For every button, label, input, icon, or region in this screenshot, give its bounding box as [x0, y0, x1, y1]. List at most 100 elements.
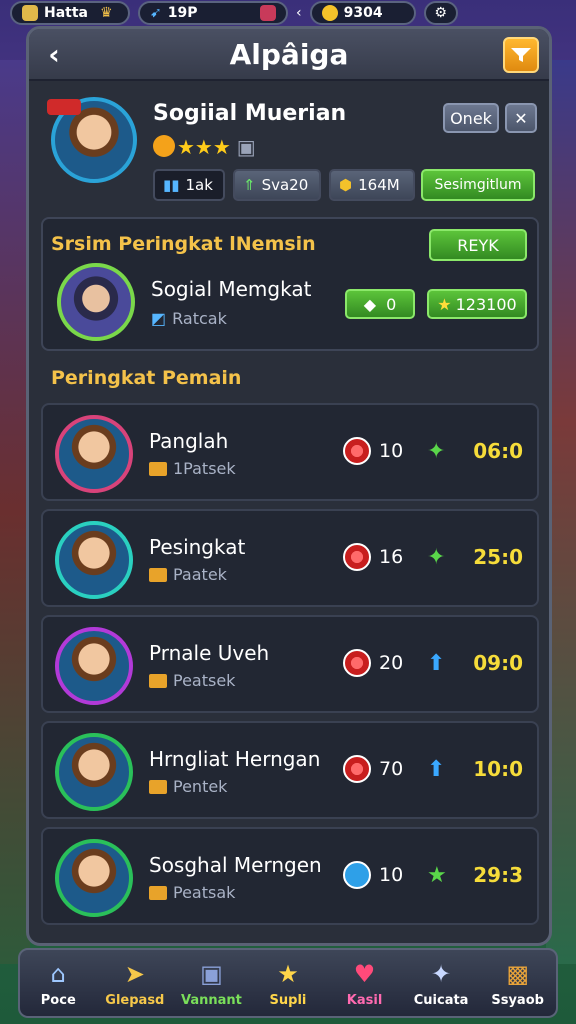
nav-item-5[interactable]: ✦ Cuicata — [409, 959, 473, 1008]
chest-icon — [149, 567, 167, 582]
stat-rank: ▮▮ 1ak — [153, 169, 225, 201]
close-button[interactable]: ✕ — [505, 103, 537, 133]
ranking-title: Peringkat Pemain — [51, 367, 242, 389]
nav-item-3[interactable]: ★ Supli — [256, 959, 320, 1008]
rank-sub: ◩ Ratcak — [151, 309, 227, 328]
player-level-value: 10 — [379, 440, 404, 462]
chest-icon — [149, 461, 167, 476]
medal-icon — [153, 135, 175, 157]
rank-value-1[interactable]: ◆ 0 — [345, 289, 415, 319]
rank-system-card: Srsim Peringkat lNemsin REYK Sogial Memg… — [41, 217, 539, 351]
player-row[interactable]: Panglah 1Patsek 10 ✦ 06:0 — [41, 403, 539, 501]
back-button[interactable]: ‹ — [37, 37, 71, 71]
top-status-bar: Hatta ♛ ➹ 19P ‹ 9304 ⚙ — [0, 0, 576, 26]
player-name: Prnale Uveh — [149, 641, 270, 665]
lock-icon: ▣ — [236, 135, 256, 159]
nav-label: Vannant — [180, 992, 242, 1008]
gold-icon: ⬢ — [339, 176, 353, 194]
rank-value-2[interactable]: ★ 123100 — [427, 289, 527, 319]
player-icon — [22, 5, 38, 21]
nav-icon: ⌂ — [50, 959, 66, 988]
reyk-button[interactable]: REYK — [429, 229, 527, 261]
rank-avatar[interactable] — [57, 263, 135, 341]
player-avatar[interactable] — [55, 733, 133, 811]
coin-count: 9304 — [343, 5, 383, 21]
player-avatar[interactable] — [55, 839, 133, 917]
player-pill[interactable]: Hatta ♛ — [10, 1, 130, 25]
player-sub-label: 1Patsek — [173, 459, 236, 478]
nav-item-4[interactable]: ♥ Kasil — [333, 959, 397, 1008]
stat-level: ⇑ Sva20 — [233, 169, 321, 201]
nav-item-1[interactable]: ➤ Glepasd — [103, 959, 167, 1008]
nav-icon: ▣ — [200, 959, 223, 988]
trend-icon: ⬆ — [427, 651, 446, 676]
rank-tag-icon — [47, 99, 81, 115]
panel-header: ‹ Alpâiga — [29, 29, 549, 81]
player-name: Hrngliat Herngan — [149, 747, 321, 771]
player-sub: 1Patsek — [149, 459, 236, 478]
bottom-navbar: ⌂ Poce ➤ Glepasd ▣ Vannant ★ Supli ♥ Kas… — [18, 948, 558, 1018]
chest-icon — [149, 673, 167, 688]
player-score: 06:0 — [473, 439, 523, 463]
rank-sub-label: Ratcak — [172, 309, 227, 328]
player-score: 25:0 — [473, 545, 523, 569]
player-level: 20 — [343, 649, 403, 677]
player-level: 10 — [343, 437, 403, 465]
action-button[interactable]: Sesimgitlum — [421, 169, 535, 201]
player-avatar[interactable] — [55, 627, 133, 705]
nav-icon: ♥ — [353, 959, 376, 988]
player-score: 09:0 — [473, 651, 523, 675]
player-sub: Peatsak — [149, 883, 235, 902]
flag-icon: ◩ — [151, 309, 167, 328]
stat-rank-value: 1ak — [185, 176, 213, 194]
trend-icon: ★ — [427, 863, 447, 888]
nav-label: Supli — [269, 992, 307, 1008]
level-badge-icon — [343, 437, 371, 465]
player-avatar[interactable] — [55, 521, 133, 599]
coin-icon — [321, 5, 338, 21]
star-rating: ★★★ — [177, 135, 231, 159]
trend-icon: ✦ — [427, 439, 446, 464]
player-level-value: 10 — [379, 864, 404, 886]
rank-value-1-text: 0 — [386, 294, 397, 314]
energy-pill[interactable]: ➹ 19P — [138, 1, 288, 25]
player-name: Panglah — [149, 429, 229, 453]
player-sub: Pentek — [149, 777, 227, 796]
level-badge-icon — [343, 861, 371, 889]
rank-value-2-text: 123100 — [455, 294, 517, 314]
top-mid-value: 19P — [167, 5, 198, 21]
level-badge-icon — [343, 543, 371, 571]
rank-name: Sogial Memgkat — [151, 277, 312, 301]
nav-label: Ssyaob — [491, 992, 544, 1008]
player-row[interactable]: Hrngliat Herngan Pentek 70 ⬆ 10:0 — [41, 721, 539, 819]
chevron-left-icon[interactable]: ‹ — [296, 5, 302, 21]
profile-name: Sogiial Muerian — [153, 101, 347, 126]
nav-icon: ★ — [277, 959, 299, 988]
nav-item-2[interactable]: ▣ Vannant — [179, 959, 243, 1008]
player-row[interactable]: Pesingkat Paatek 16 ✦ 25:0 — [41, 509, 539, 607]
player-row[interactable]: Sosghal Merngen Peatsak 10 ★ 29:3 — [41, 827, 539, 925]
filter-icon — [511, 48, 531, 62]
player-list: Panglah 1Patsek 10 ✦ 06:0 Pesingkat Paat… — [41, 403, 539, 933]
coin-pill[interactable]: 9304 — [309, 1, 416, 25]
nav-label: Poce — [40, 992, 76, 1008]
gem-icon: ◆ — [363, 294, 377, 314]
onek-button[interactable]: Onek — [443, 103, 499, 133]
top-left-label: Hatta — [44, 5, 88, 21]
nav-item-0[interactable]: ⌂ Poce — [26, 959, 90, 1008]
rank-system-title: Srsim Peringkat lNemsin — [51, 233, 316, 255]
stat-level-value: Sva20 — [261, 176, 309, 194]
player-name: Sosghal Merngen — [149, 853, 322, 877]
filter-button[interactable] — [503, 37, 539, 73]
nav-label: Glepasd — [105, 992, 165, 1008]
nav-icon: ➤ — [124, 959, 145, 988]
player-avatar[interactable] — [55, 415, 133, 493]
player-level: 70 — [343, 755, 403, 783]
star-icon: ★ — [437, 294, 452, 314]
nav-item-6[interactable]: ▩ Ssyaob — [486, 959, 550, 1008]
player-row[interactable]: Prnale Uveh Peatsek 20 ⬆ 09:0 — [41, 615, 539, 713]
level-badge-icon — [343, 755, 371, 783]
player-score: 29:3 — [473, 863, 523, 887]
bars-icon: ▮▮ — [163, 176, 180, 194]
settings-button[interactable]: ⚙ — [423, 1, 458, 25]
